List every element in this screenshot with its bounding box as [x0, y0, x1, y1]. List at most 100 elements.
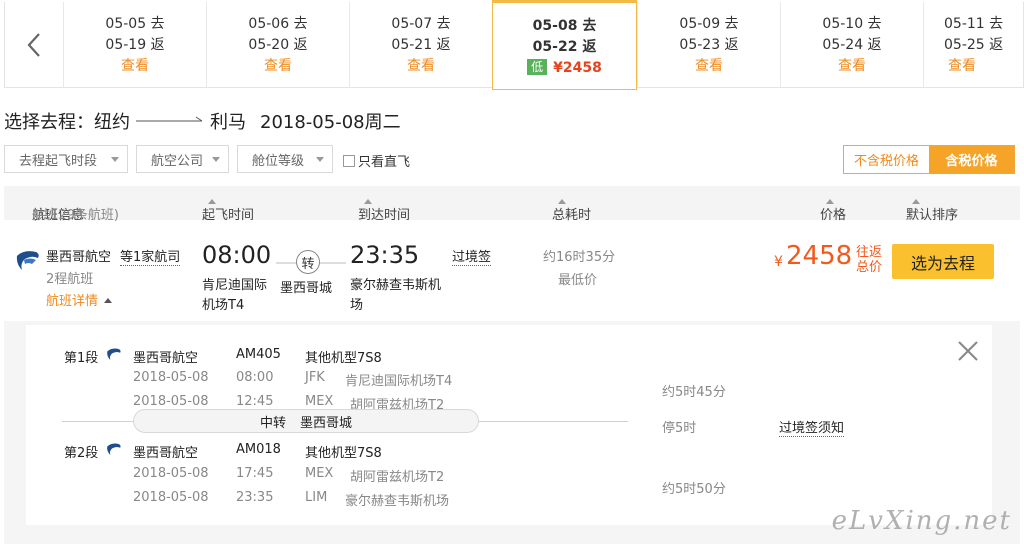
- price-note-roundtrip: 往返: [856, 245, 883, 260]
- filter-label: 舱位等级: [252, 153, 305, 169]
- aeromexico-logo-icon: [107, 348, 121, 361]
- segment-1-arr-code: MEX: [305, 394, 334, 409]
- depart-airport-line2: 机场T4: [202, 298, 245, 313]
- arrive-airport-line2: 场: [350, 298, 364, 313]
- date-option-0508-selected[interactable]: 05-08 去 05-22 返 低 ¥2458: [492, 0, 637, 90]
- segment-2-arr-code: LIM: [305, 490, 328, 505]
- segment-2-arr-date: 2018-05-08: [133, 490, 209, 505]
- filter-label: 航空公司: [151, 153, 204, 169]
- departure-time-filter[interactable]: 去程起飞时段: [4, 145, 128, 173]
- depart-date: 05-08 去: [532, 18, 597, 34]
- details-toggle-label: 航班详情: [46, 294, 99, 309]
- segment-2-dep-time: 17:45: [236, 466, 274, 481]
- sort-price[interactable]: 价格: [820, 195, 846, 223]
- arrive-airport-line1: 豪尔赫查韦斯机: [350, 278, 442, 293]
- price-note-total: 总价: [856, 260, 883, 275]
- transfer-city: 墨西哥城: [300, 415, 353, 431]
- date-option-0507[interactable]: 05-07 去 05-21 返 查看: [349, 2, 492, 88]
- view-link[interactable]: 查看: [638, 56, 780, 77]
- divider: [478, 421, 628, 422]
- transfer-info-bar: 中转 墨西哥城: [133, 409, 479, 433]
- segment-2-dep-code: MEX: [305, 466, 334, 481]
- segment-2-airline: 墨西哥航空: [133, 446, 199, 461]
- transit-visa-link[interactable]: 过境签: [452, 246, 492, 266]
- caret-down-icon: [111, 157, 119, 162]
- price-line: 低 ¥2458: [493, 58, 636, 79]
- date-option-0511[interactable]: 05-11 去 05-25 返 查看: [923, 2, 1023, 88]
- segment-1-dep-airport: 肯尼迪国际机场T4: [345, 374, 453, 389]
- transfer-label: 中转: [259, 415, 286, 431]
- low-price-badge: 低: [527, 59, 548, 75]
- return-date: 05-20 返: [248, 37, 308, 53]
- sort-duration[interactable]: 总耗时: [552, 195, 591, 223]
- select-outbound-button[interactable]: 选为去程: [892, 244, 994, 279]
- total-duration: 约16时35分: [543, 250, 616, 265]
- sort-default[interactable]: 默认排序: [906, 195, 958, 223]
- divider: [62, 421, 142, 422]
- airline-name: 墨西哥航空: [46, 250, 112, 265]
- date-option-0510[interactable]: 05-10 去 05-24 返 查看: [780, 2, 923, 88]
- route-destination: 利马: [210, 112, 246, 133]
- segment-1-flight-no: AM405: [236, 347, 281, 362]
- close-icon[interactable]: [956, 339, 980, 363]
- prev-dates-button[interactable]: [5, 2, 63, 88]
- date-option-0509[interactable]: 05-09 去 05-23 返 查看: [637, 2, 780, 88]
- flight-price: 2458: [786, 241, 853, 271]
- transit-visa-notes-link[interactable]: 过境签须知: [779, 417, 845, 437]
- depart-time: 08:00: [202, 241, 272, 269]
- segment-1-arr-date: 2018-05-08: [133, 394, 209, 409]
- depart-date: 05-05 去: [105, 16, 165, 32]
- route-title: 选择去程：纽约 利马 2018-05-08周二: [4, 108, 401, 134]
- codeshare-info[interactable]: 等1家航司: [120, 246, 181, 266]
- return-date: 05-23 返: [679, 37, 739, 53]
- date-option-0506[interactable]: 05-06 去 05-20 返 查看: [206, 2, 349, 88]
- depart-date: 05-06 去: [248, 16, 308, 32]
- view-link[interactable]: 查看: [781, 56, 923, 77]
- details-card: 第1段 墨西哥航空 AM405 其他机型7S8 2018-05-08 08:00…: [26, 325, 992, 525]
- depart-date: 05-11 去: [944, 16, 1004, 32]
- flight-list-header: 航班信息 (共129条航班) 起飞时间 到达时间 总耗时 价格 默认排序: [4, 186, 1020, 223]
- cabin-filter[interactable]: 舱位等级: [237, 145, 333, 173]
- view-link[interactable]: 查看: [207, 56, 349, 77]
- segment-1-dep-time: 08:00: [236, 370, 274, 385]
- view-link[interactable]: 查看: [350, 56, 492, 77]
- tax-included-option[interactable]: 含税价格: [929, 146, 1014, 173]
- flight-details-toggle[interactable]: 航班详情: [46, 290, 113, 309]
- checkbox-icon[interactable]: [343, 154, 355, 167]
- depart-date: 05-10 去: [822, 16, 882, 32]
- segment-2-dep-date: 2018-05-08: [133, 466, 209, 481]
- sort-depart-time[interactable]: 起飞时间: [202, 195, 254, 223]
- segment-2-arr-airport: 豪尔赫查韦斯机场: [345, 494, 450, 509]
- segment-2-duration: 约5时50分: [662, 482, 726, 497]
- date-option-0505[interactable]: 05-05 去 05-19 返 查看: [63, 2, 206, 88]
- tax-excluded-option[interactable]: 不含税价格: [844, 146, 929, 173]
- chevron-left-icon: [27, 33, 40, 57]
- flight-row: 墨西哥航空 等1家航司 2程航班 航班详情 08:00 肯尼迪国际 机场T4 转…: [4, 221, 1020, 321]
- route-date: 2018-05-08周二: [260, 112, 401, 133]
- segment-1-airline: 墨西哥航空: [133, 351, 199, 366]
- aeromexico-logo-icon: [107, 443, 121, 456]
- airline-filter[interactable]: 航空公司: [136, 145, 229, 173]
- route-arrow-icon: [136, 115, 204, 127]
- transfer-city: 墨西哥城: [280, 281, 333, 296]
- view-link[interactable]: 查看: [64, 56, 206, 77]
- date-selector-bar: 05-05 去 05-19 返 查看 05-06 去 05-20 返 查看 05…: [4, 0, 1024, 90]
- transfer-stay: 停5时: [662, 421, 697, 436]
- chevron-up-icon: [104, 298, 113, 303]
- return-date: 05-24 返: [822, 37, 882, 53]
- segment-1-arr-time: 12:45: [236, 394, 274, 409]
- direct-only-checkbox[interactable]: 只看直飞: [343, 151, 410, 170]
- return-date: 05-19 返: [105, 37, 165, 53]
- filter-label: 去程起飞时段: [19, 153, 98, 169]
- caret-down-icon: [212, 157, 220, 162]
- return-date: 05-22 返: [532, 39, 597, 55]
- segment-1-aircraft: 其他机型7S8: [305, 351, 382, 366]
- segment-2-aircraft: 其他机型7S8: [305, 446, 382, 461]
- segment-2-label: 第2段: [64, 446, 99, 461]
- return-date: 05-21 返: [391, 37, 451, 53]
- view-link[interactable]: 查看: [924, 56, 1023, 77]
- aeromexico-logo-icon: [16, 251, 39, 270]
- segment-1-dep-date: 2018-05-08: [133, 370, 209, 385]
- sort-arrive-time[interactable]: 到达时间: [358, 195, 410, 223]
- depart-date: 05-09 去: [679, 16, 739, 32]
